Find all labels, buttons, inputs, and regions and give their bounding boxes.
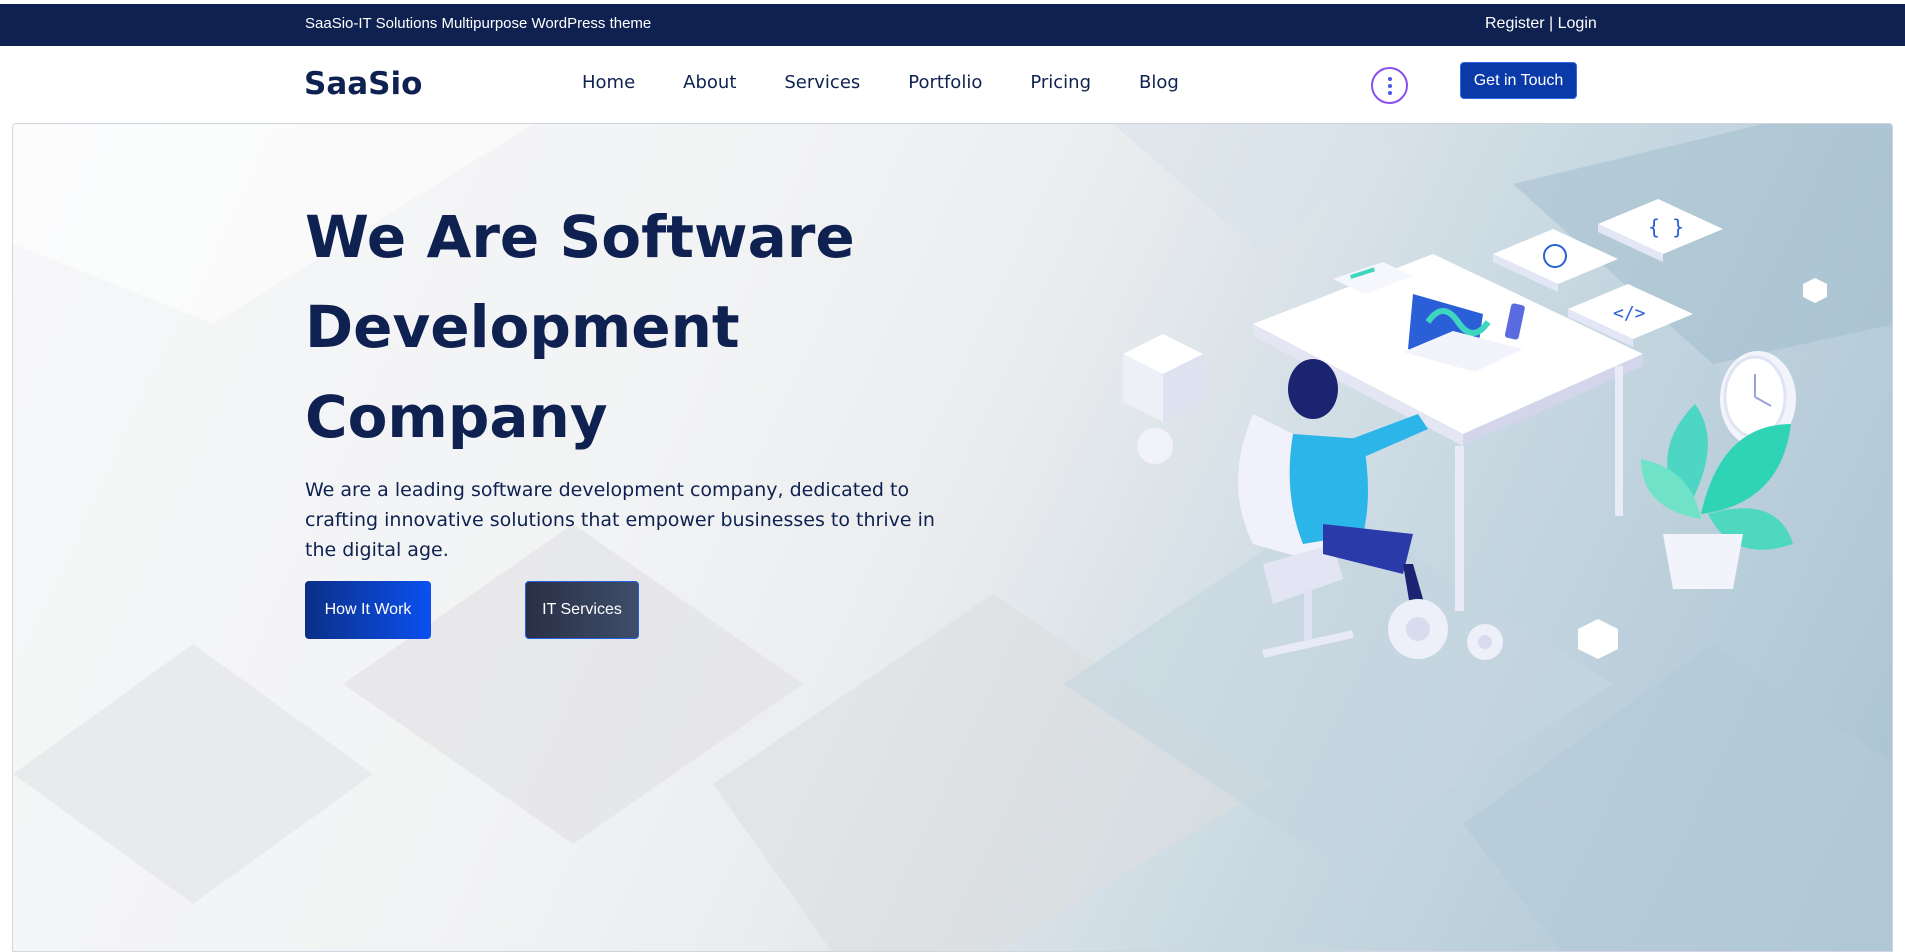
more-menu-icon[interactable]: [1371, 67, 1408, 104]
it-services-button[interactable]: IT Services: [525, 581, 639, 639]
auth-separator: |: [1544, 15, 1558, 32]
nav-menu: Home About Services Portfolio Pricing Bl…: [582, 72, 1179, 93]
nav-item-services[interactable]: Services: [784, 72, 860, 93]
gear-card-icon: [1493, 229, 1618, 292]
top-bar: SaaSio-IT Solutions Multipurpose WordPre…: [0, 4, 1905, 46]
nav-item-home[interactable]: Home: [582, 72, 635, 93]
developer-workspace-illustration: { } </>: [1123, 199, 1827, 660]
login-link[interactable]: Login: [1558, 15, 1597, 32]
cube-icon: [1123, 334, 1203, 422]
hero-section: We Are Software Development Company We a…: [12, 123, 1893, 952]
plant-icon: [1641, 404, 1793, 589]
auth-links: Register | Login: [1485, 15, 1597, 33]
hero-title-line-3: Company: [305, 383, 608, 451]
how-it-work-button[interactable]: How It Work: [305, 581, 431, 639]
nav-item-pricing[interactable]: Pricing: [1030, 72, 1091, 93]
get-in-touch-button[interactable]: Get in Touch: [1460, 62, 1577, 99]
tagline: SaaSio-IT Solutions Multipurpose WordPre…: [305, 15, 652, 32]
svg-text:{ }: { }: [1648, 215, 1684, 239]
svg-text:</>: </>: [1613, 303, 1646, 324]
register-link[interactable]: Register: [1485, 15, 1545, 32]
nav-item-portfolio[interactable]: Portfolio: [908, 72, 982, 93]
nav-item-blog[interactable]: Blog: [1139, 72, 1179, 93]
hero-title-line-2: Development: [305, 293, 740, 361]
main-navigation: SaaSio Home About Services Portfolio Pri…: [0, 46, 1905, 122]
site-logo[interactable]: SaaSio: [304, 66, 422, 102]
hero-description: We are a leading software development co…: [305, 479, 935, 561]
hero-title-line-1: We Are Software: [305, 203, 855, 271]
code-braces-card-icon: { }: [1598, 199, 1723, 262]
nav-item-about[interactable]: About: [683, 72, 736, 93]
gear-icon: [1388, 599, 1503, 660]
hero-title: We Are Software Development Company: [305, 192, 905, 462]
